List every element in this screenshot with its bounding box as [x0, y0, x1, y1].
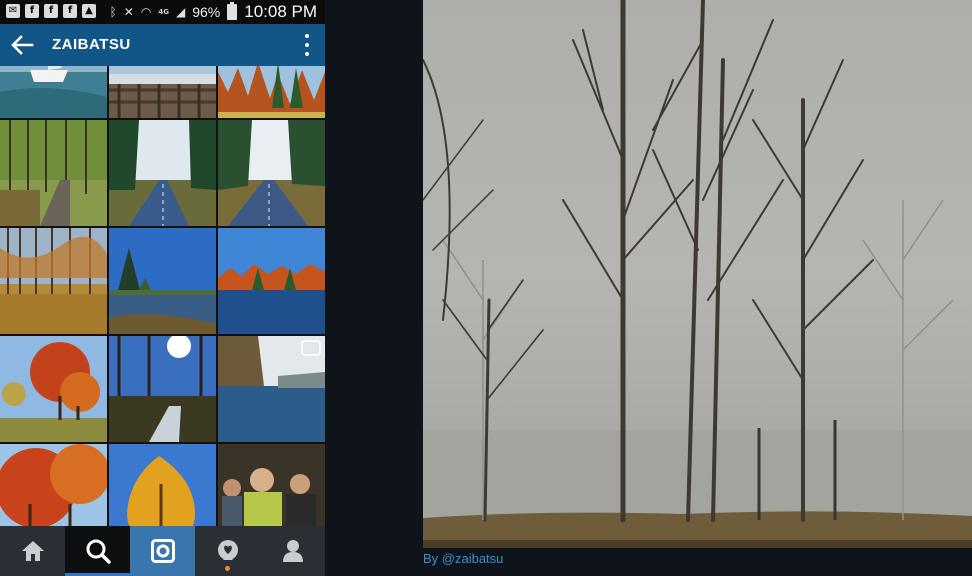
- arrow-left-icon[interactable]: [10, 34, 34, 56]
- camera-icon: [150, 539, 175, 563]
- grid-photo-pine-bike-path[interactable]: [109, 120, 216, 226]
- nav-activity[interactable]: [195, 526, 260, 576]
- nav-camera[interactable]: [130, 526, 195, 576]
- grid-photo-autumn-lake[interactable]: [218, 228, 325, 334]
- facebook-icon: f: [63, 4, 77, 18]
- grid-photo-autumn-treeline[interactable]: [218, 66, 325, 118]
- grid-photo-forest-path[interactable]: [0, 120, 107, 226]
- photo-grid: [0, 66, 325, 526]
- activity-icon: [217, 540, 238, 560]
- grid-photo-yellow-tree[interactable]: [109, 444, 216, 526]
- grid-photo-crowd[interactable]: [218, 444, 325, 526]
- grid-photo-sunburst-trees[interactable]: [109, 336, 216, 442]
- notification-icons: ✉ f f f ▲: [6, 4, 96, 18]
- signal-icon: ◢: [175, 5, 186, 19]
- battery-percent: 96%: [192, 4, 221, 20]
- photo-caption[interactable]: By @zaibatsu: [423, 551, 503, 566]
- notification-dot: [225, 566, 230, 571]
- nav-search[interactable]: [65, 526, 130, 576]
- image-icon: ▲: [82, 4, 96, 18]
- search-icon: [86, 539, 111, 564]
- grid-photo-red-foliage[interactable]: [0, 444, 107, 526]
- nav-profile[interactable]: [260, 526, 325, 576]
- foggy-trees-photo: [423, 0, 972, 548]
- grid-photo-sailboat[interactable]: [0, 66, 107, 118]
- bottom-nav: [0, 526, 325, 576]
- system-icons: ᛒ ✕ ◠ 4G ◢ 96% 10:08 PM: [110, 2, 317, 22]
- battery-icon: [227, 2, 238, 20]
- profile-icon: [282, 540, 303, 562]
- mute-icon: ✕: [123, 5, 134, 19]
- more-vertical-icon[interactable]: [305, 34, 311, 56]
- grid-photo-red-maples[interactable]: [0, 336, 107, 442]
- grid-photo-marina[interactable]: [109, 66, 216, 118]
- wifi-icon: ◠: [140, 5, 152, 19]
- status-bar: ✉ f f f ▲ ᛒ ✕ ◠ 4G ◢ 96% 10:08 PM: [0, 0, 325, 24]
- facebook-icon: f: [25, 4, 39, 18]
- photo-viewer[interactable]: [423, 0, 972, 548]
- network-label: 4G: [158, 8, 169, 16]
- phone-screen: ✉ f f f ▲ ᛒ ✕ ◠ 4G ◢ 96% 10:08 PM ZAIBAT…: [0, 0, 325, 576]
- home-icon: [21, 541, 44, 561]
- grid-photo-pine-bike-path-2[interactable]: [218, 120, 325, 226]
- page-title: ZAIBATSU: [52, 36, 131, 53]
- facebook-icon: f: [44, 4, 58, 18]
- app-bar: ZAIBATSU: [0, 24, 325, 66]
- grid-photo-pine-pond[interactable]: [109, 228, 216, 334]
- grid-photo-river-bank[interactable]: [218, 336, 325, 442]
- nav-home[interactable]: [0, 526, 65, 576]
- grid-photo-leafy-woods[interactable]: [0, 228, 107, 334]
- clock: 10:08 PM: [244, 2, 317, 21]
- bluetooth-icon: ᛒ: [109, 5, 117, 19]
- message-icon: ✉: [6, 4, 20, 18]
